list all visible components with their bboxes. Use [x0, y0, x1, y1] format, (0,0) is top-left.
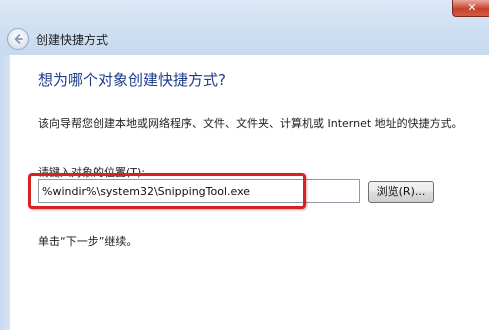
- wizard-heading: 想为哪个对象创建快捷方式?: [38, 71, 226, 89]
- back-arrow-icon: [14, 34, 23, 44]
- window-title: 创建快捷方式: [36, 33, 109, 47]
- close-button[interactable]: ✕: [452, 0, 489, 17]
- annotation-highlight: [28, 173, 306, 209]
- window-left-frame: [0, 55, 10, 330]
- next-step-hint: 单击“下一步”继续。: [38, 235, 138, 248]
- back-button[interactable]: [7, 28, 29, 50]
- close-icon: ✕: [467, 1, 477, 14]
- browse-button[interactable]: 浏览(R)...: [368, 181, 434, 203]
- wizard-description: 该向导帮您创建本地或网络程序、文件、文件夹、计算机或 Internet 地址的快…: [38, 117, 463, 130]
